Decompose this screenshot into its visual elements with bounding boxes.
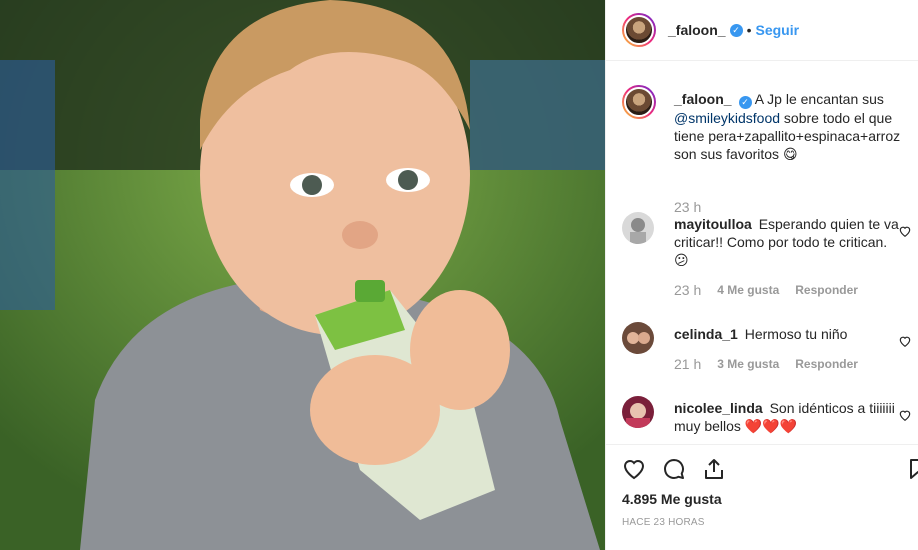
bookmark-icon[interactable] bbox=[906, 457, 918, 481]
post-actions: 4.895 Me gusta HACE 23 HORAS bbox=[606, 444, 918, 550]
author-avatar[interactable] bbox=[622, 13, 656, 47]
post-photo[interactable] bbox=[0, 0, 605, 550]
caption-mention[interactable]: @smileykidsfood bbox=[674, 110, 780, 126]
comment-text: celinda_1 Hermoso tu niño bbox=[674, 325, 904, 343]
heart-icon[interactable] bbox=[622, 457, 646, 481]
verified-badge-icon: ✓ bbox=[729, 23, 743, 37]
author-username[interactable]: _faloon_ bbox=[668, 22, 726, 38]
comments-list[interactable]: _faloon_ ✓ A Jp le encantan sus @smileyki… bbox=[606, 62, 918, 444]
caption-time[interactable]: 23 h bbox=[674, 199, 701, 215]
separator-dot: • bbox=[746, 22, 752, 38]
post-sidebar: _faloon_ ✓ • Seguir _faloon_ ✓ A Jp le en… bbox=[605, 0, 918, 550]
photo-child-drinking-pouch bbox=[0, 0, 605, 550]
comment-time[interactable]: 21 h bbox=[674, 356, 701, 372]
comment-reply-button[interactable]: Responder bbox=[795, 357, 858, 371]
comment-like-icon[interactable] bbox=[898, 224, 912, 238]
action-icons bbox=[622, 457, 726, 481]
comment-meta: 23 h 4 Me gusta Responder bbox=[674, 282, 858, 298]
comment-reply-button[interactable]: Responder bbox=[795, 283, 858, 297]
post-timestamp[interactable]: HACE 23 HORAS bbox=[622, 517, 705, 528]
comment-like-icon[interactable] bbox=[898, 408, 912, 422]
caption-avatar[interactable] bbox=[622, 85, 656, 119]
comment-body: Hermoso tu niño bbox=[744, 326, 848, 342]
caption-username[interactable]: _faloon_ bbox=[674, 91, 732, 107]
comment-username[interactable]: celinda_1 bbox=[674, 326, 738, 342]
comment-text: mayitoulloa Esperando quien te va critic… bbox=[674, 215, 904, 269]
comment-icon[interactable] bbox=[662, 457, 686, 481]
caption-text-before: A Jp le encantan sus bbox=[754, 91, 884, 107]
commenter-avatar[interactable] bbox=[622, 396, 654, 428]
comment-meta: 21 h 3 Me gusta Responder bbox=[674, 356, 858, 372]
comment-likes[interactable]: 4 Me gusta bbox=[717, 283, 779, 297]
caption-text: _faloon_ ✓ A Jp le encantan sus @smileyki… bbox=[674, 90, 904, 163]
post-header: _faloon_ ✓ • Seguir bbox=[606, 0, 918, 61]
caption-meta: 23 h bbox=[674, 199, 701, 215]
comment-likes[interactable]: 3 Me gusta bbox=[717, 357, 779, 371]
commenter-avatar[interactable] bbox=[622, 322, 654, 354]
comment-username[interactable]: mayitoulloa bbox=[674, 216, 752, 232]
share-icon[interactable] bbox=[702, 457, 726, 481]
verified-badge-icon: ✓ bbox=[738, 96, 752, 109]
likes-count[interactable]: 4.895 Me gusta bbox=[622, 491, 722, 507]
follow-button[interactable]: Seguir bbox=[755, 22, 799, 38]
commenter-avatar[interactable] bbox=[622, 212, 654, 244]
comment-username[interactable]: nicolee_linda bbox=[674, 400, 763, 416]
comment-text: nicolee_linda Son idénticos a tiiiiiii m… bbox=[674, 399, 904, 435]
comment-like-icon[interactable] bbox=[898, 334, 912, 348]
comment-time[interactable]: 23 h bbox=[674, 282, 701, 298]
